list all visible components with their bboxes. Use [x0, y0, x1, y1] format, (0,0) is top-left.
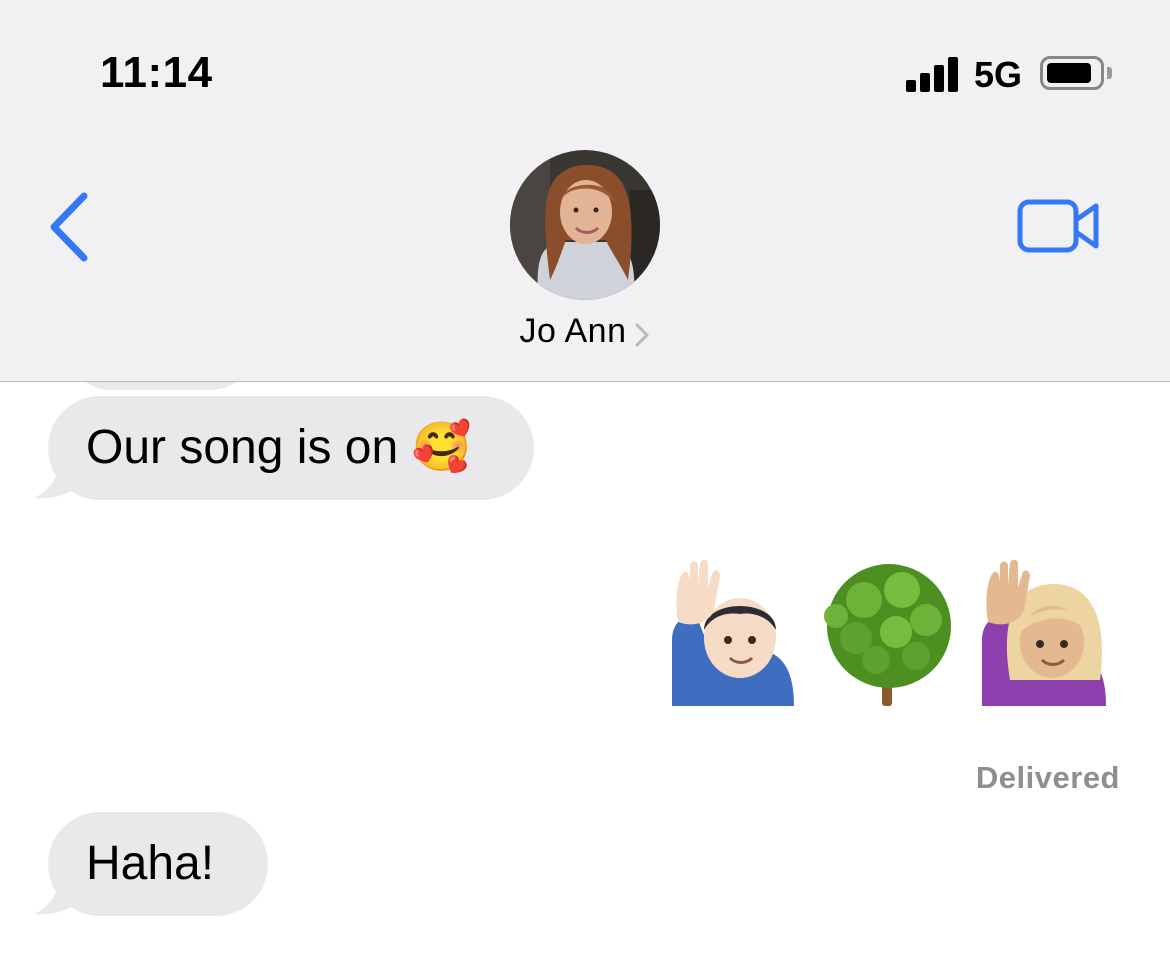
video-camera-icon [1017, 199, 1099, 253]
message-bubble-incoming[interactable]: Haha! [48, 812, 268, 916]
video-call-button[interactable] [1014, 196, 1104, 256]
conversation-header: 11:14 5G Jo Ann [0, 0, 1170, 382]
back-button[interactable] [40, 190, 100, 264]
messages-screen: Our song is on 🥰 Delivered Haha! 11:14 5… [0, 0, 1170, 968]
battery-tip [1107, 67, 1112, 79]
network-type: 5G [974, 54, 1023, 95]
battery-icon [1040, 56, 1104, 90]
status-time: 11:14 [100, 48, 213, 97]
message-text: Our song is on [86, 421, 412, 474]
woman-raising-hand-emoji [982, 560, 1106, 706]
chevron-left-icon [50, 192, 88, 262]
cellular-signal-icon [906, 56, 960, 92]
contact-details-button[interactable]: Jo Ann [0, 312, 1170, 351]
contact-name: Jo Ann [519, 312, 627, 350]
emoji-message[interactable] [664, 560, 1114, 710]
deciduous-tree-emoji [824, 564, 951, 706]
message-text: Haha! [86, 837, 215, 890]
smiling-face-with-hearts-emoji: 🥰 [411, 421, 472, 474]
chevron-right-icon [635, 323, 649, 347]
contact-avatar[interactable] [510, 150, 660, 300]
man-raising-hand-emoji [672, 560, 794, 706]
message-bubble-incoming[interactable]: Our song is on 🥰 [48, 396, 534, 500]
delivered-receipt: Delivered [975, 760, 1120, 795]
